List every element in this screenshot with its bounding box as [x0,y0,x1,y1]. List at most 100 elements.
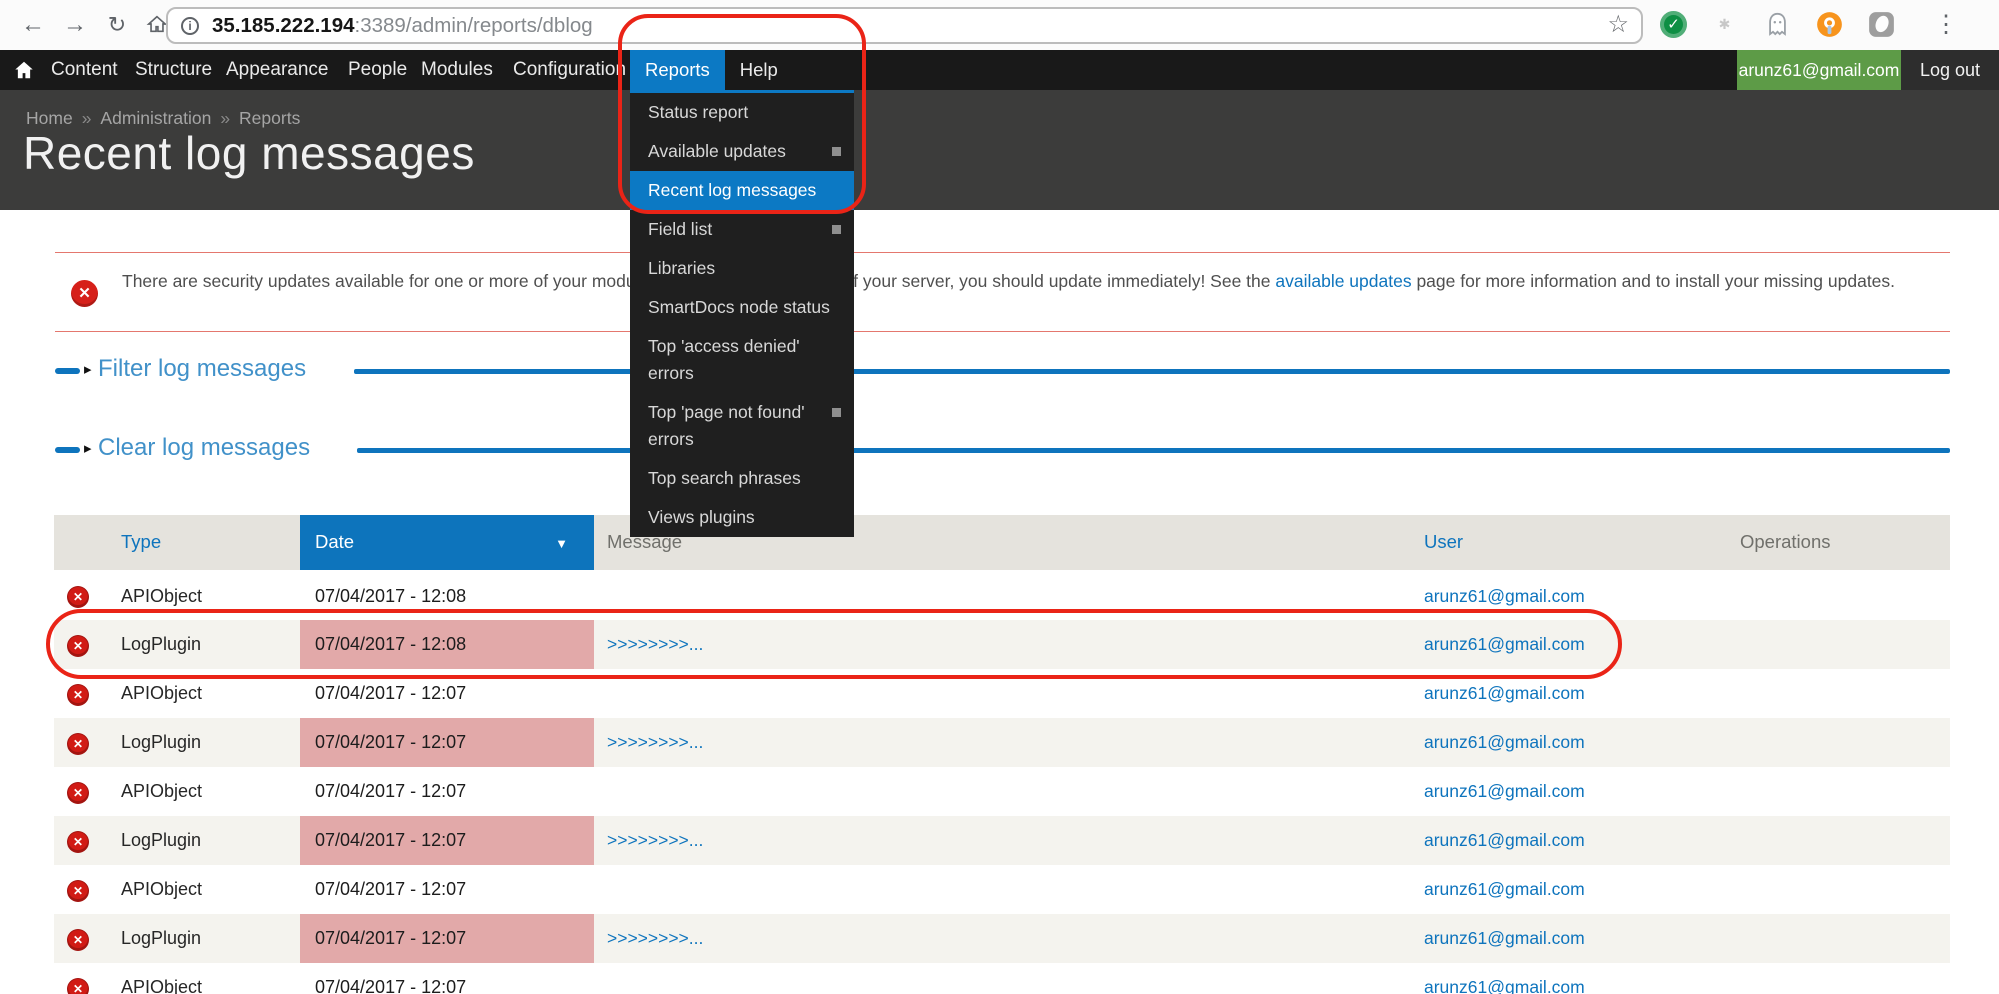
severity-cell: ✕ [54,816,102,865]
back-button[interactable]: ← [18,10,48,40]
menu-item-field-list[interactable]: Field list [630,210,854,249]
message-cell [594,963,1410,994]
severity-cell: ✕ [54,571,102,620]
date-column-header[interactable]: Date▼ [300,515,594,571]
icon-column-header [54,515,102,571]
user-link[interactable]: arunz61@gmail.com [1424,634,1585,654]
extension-gray-icon[interactable] [1868,11,1895,38]
message-cell [594,767,1410,816]
extension-shield-check-icon[interactable]: ✓ [1660,11,1687,38]
menu-item-top-access-denied-errors[interactable]: Top 'access denied' errors [630,327,854,393]
log-row: ✕LogPlugin07/04/2017 - 12:07>>>>>>>>...a… [54,718,1950,767]
breadcrumb-link-administration[interactable]: Administration [100,108,211,128]
menu-item-label: Recent log messages [648,180,816,200]
page-info-icon[interactable]: i [181,17,199,35]
menu-item-libraries[interactable]: Libraries [630,249,854,288]
log-row: ✕APIObject07/04/2017 - 12:08arunz61@gmai… [54,571,1950,620]
message-link[interactable]: >>>>>>>>... [607,928,703,948]
admin-nav-structure[interactable]: Structure [135,50,212,90]
available-updates-link[interactable]: available updates [1275,271,1411,291]
message-link[interactable]: >>>>>>>>... [607,732,703,752]
message-link[interactable]: >>>>>>>>... [607,830,703,850]
fieldset-dash [55,447,80,453]
user-link[interactable]: arunz61@gmail.com [1424,781,1585,801]
security-alert: ✕ There are security updates available f… [55,252,1950,332]
user-link[interactable]: arunz61@gmail.com [1424,928,1585,948]
user-column-header[interactable]: User [1410,515,1700,571]
operations-cell [1700,620,1950,669]
menu-item-recent-log-messages[interactable]: Recent log messages [630,171,854,210]
user-cell: arunz61@gmail.com [1410,865,1700,914]
date-cell: 07/04/2017 - 12:08 [300,620,594,669]
log-row: ✕APIObject07/04/2017 - 12:07arunz61@gmai… [54,767,1950,816]
menu-item-views-plugins[interactable]: Views plugins [630,498,854,537]
tab-help[interactable]: Help [725,50,793,90]
extension-disabled-icon[interactable]: ✱ [1712,11,1739,38]
operations-cell [1700,865,1950,914]
drupal-home-icon[interactable] [13,59,35,86]
menu-item-label: Views plugins [648,507,755,527]
date-cell: 07/04/2017 - 12:08 [300,571,594,620]
message-link[interactable]: >>>>>>>>... [607,634,703,654]
user-link[interactable]: arunz61@gmail.com [1424,977,1585,994]
browser-menu-icon[interactable]: ⋮ [1934,10,1958,40]
account-badge[interactable]: arunz61@gmail.com [1737,50,1901,90]
fieldset-dash [55,368,80,374]
type-cell: LogPlugin [102,718,300,767]
admin-toolbar: Content Structure Appearance People Modules C… [0,50,1999,90]
user-link[interactable]: arunz61@gmail.com [1424,683,1585,703]
reports-dropdown: Status reportAvailable updates Recent log… [630,90,854,537]
bookmark-star-icon[interactable]: ☆ [1607,10,1629,39]
alert-error-icon: ✕ [71,280,98,307]
filter-log-messages-toggle[interactable]: Filter log messages [98,355,306,383]
menu-item-badge-icon [832,225,841,234]
message-cell [594,865,1410,914]
clear-log-messages-toggle[interactable]: Clear log messages [98,434,310,462]
admin-nav-content[interactable]: Content [51,50,118,90]
menu-item-smartdocs-node-status[interactable]: SmartDocs node status [630,288,854,327]
operations-cell [1700,963,1950,994]
log-table-body: ✕APIObject07/04/2017 - 12:08arunz61@gmai… [54,571,1950,994]
date-cell: 07/04/2017 - 12:07 [300,718,594,767]
admin-nav-configuration[interactable]: Configuration [513,50,626,90]
fieldset-border [354,369,1950,374]
breadcrumb-separator: » [82,108,92,128]
error-icon: ✕ [68,587,88,607]
menu-item-top-search-phrases[interactable]: Top search phrases [630,459,854,498]
menu-item-top-page-not-found-errors[interactable]: Top 'page not found' errors [630,393,854,459]
breadcrumb-link-home[interactable]: Home [26,108,73,128]
collapsed-arrow-icon: ▸ [84,360,92,378]
message-cell: >>>>>>>>... [594,914,1410,963]
user-link[interactable]: arunz61@gmail.com [1424,586,1585,606]
url-bar[interactable]: i 35.185.222.194:3389/admin/reports/dblo… [166,7,1643,44]
user-cell: arunz61@gmail.com [1410,816,1700,865]
admin-nav-people[interactable]: People [348,50,407,90]
menu-item-label: Top 'access denied' errors [648,336,800,383]
breadcrumb-link-reports[interactable]: Reports [239,108,300,128]
reload-button[interactable]: ↻ [102,10,132,40]
date-cell: 07/04/2017 - 12:07 [300,963,594,994]
date-cell: 07/04/2017 - 12:07 [300,816,594,865]
tab-reports[interactable]: Reports [630,50,725,90]
user-link[interactable]: arunz61@gmail.com [1424,830,1585,850]
type-cell: APIObject [102,865,300,914]
admin-nav-modules[interactable]: Modules [421,50,493,90]
log-row: ✕LogPlugin07/04/2017 - 12:07>>>>>>>>...a… [54,816,1950,865]
log-row: ✕APIObject07/04/2017 - 12:07arunz61@gmai… [54,669,1950,718]
menu-item-label: SmartDocs node status [648,297,830,317]
page-title: Recent log messages [23,126,475,180]
user-link[interactable]: arunz61@gmail.com [1424,732,1585,752]
date-header-label: Date [315,531,354,552]
user-cell: arunz61@gmail.com [1410,571,1700,620]
error-icon: ✕ [68,685,88,705]
admin-nav-appearance[interactable]: Appearance [226,50,328,90]
user-link[interactable]: arunz61@gmail.com [1424,879,1585,899]
severity-cell: ✕ [54,669,102,718]
openvpn-extension-icon[interactable] [1816,11,1843,38]
ghost-extension-icon[interactable] [1764,11,1791,38]
logout-button[interactable]: Log out [1901,50,1999,90]
menu-item-status-report[interactable]: Status report [630,93,854,132]
forward-button[interactable]: → [60,10,90,40]
menu-item-available-updates[interactable]: Available updates [630,132,854,171]
type-column-header[interactable]: Type [102,515,300,571]
